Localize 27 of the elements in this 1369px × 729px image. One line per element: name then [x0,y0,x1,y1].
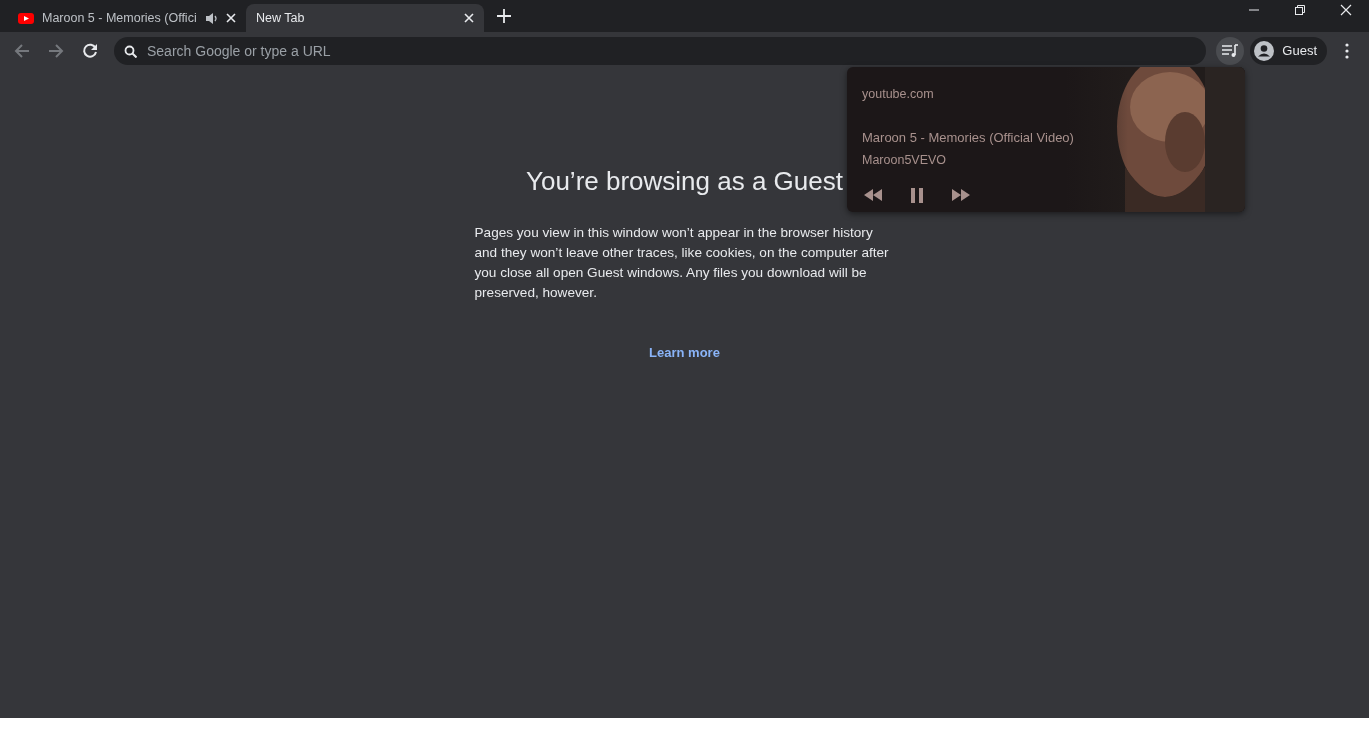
media-artist: Maroon5VEVO [862,152,948,170]
search-icon [124,44,137,58]
address-field[interactable]: Search Google or type a URL [145,39,1197,63]
browser-tab[interactable]: Maroon 5 - Memories (Offici [8,4,246,32]
page-heading: You’re browsing as a Guest [526,166,843,198]
media-title: Maroon 5 - Memories (Official Video) [862,128,1075,147]
close-icon[interactable] [226,13,236,23]
close-icon[interactable] [464,13,474,23]
menu-icon [1345,43,1349,59]
media-controls-button[interactable] [1216,37,1245,65]
fast-forward-button[interactable] [950,186,972,204]
video-favicon-icon [18,11,34,25]
restore-icon [1295,5,1305,15]
plus-icon [497,9,511,23]
rewind-button[interactable] [862,186,884,204]
profile-button[interactable]: Guest [1250,37,1327,65]
close-icon [1341,5,1351,15]
back-arrow-icon [13,42,31,60]
avatar-icon [1254,41,1275,61]
music-queue-icon [1221,42,1240,60]
reload-icon [81,42,99,60]
learn-more-link[interactable]: Learn more [649,343,720,363]
forward-arrow-icon [47,42,65,60]
description-text: Pages you view in this window won’t appear in the browser history and they won’t leave other traces, like cookies, on the computer after you close all open Guest windows. Any files you download will be preserved, however. [474,224,890,303]
media-source: youtube.com [862,86,935,103]
address-bar[interactable]: Search Google or type a URL [114,37,1207,65]
browser-tab[interactable]: New Tab [246,4,484,32]
